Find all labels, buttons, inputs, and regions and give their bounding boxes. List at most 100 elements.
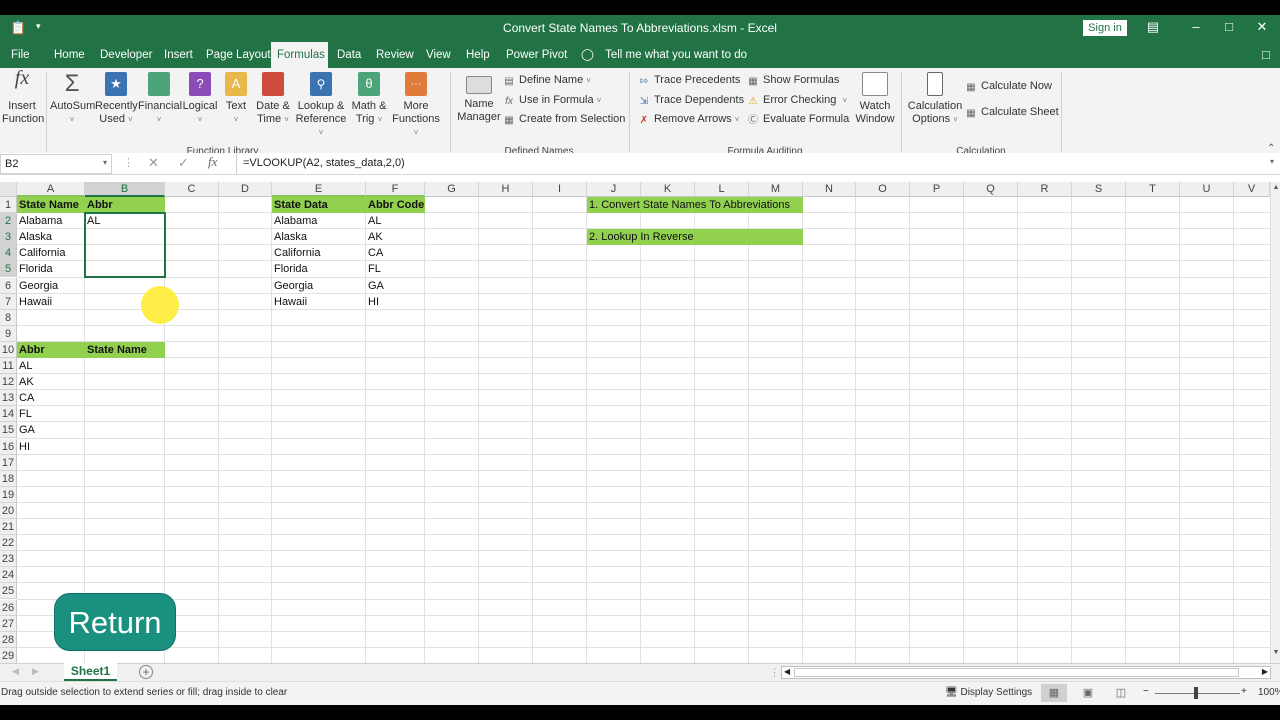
row-header-16[interactable]: 16 bbox=[0, 438, 17, 455]
tab-insert[interactable]: Insert bbox=[158, 42, 199, 68]
display-settings-button[interactable]: 🖥 Display Settings bbox=[945, 687, 1032, 698]
column-header-p[interactable]: P bbox=[910, 182, 964, 197]
cell-e2[interactable]: Alabama bbox=[272, 213, 366, 229]
column-header-f[interactable]: F bbox=[366, 182, 425, 197]
column-header-q[interactable]: Q bbox=[964, 182, 1018, 197]
cell-a3[interactable]: Alaska bbox=[17, 229, 85, 245]
calculate-sheet-button[interactable]: ▦ Calculate Sheet bbox=[965, 106, 1058, 119]
logical-button[interactable]: ? Logical ˅ bbox=[181, 72, 219, 126]
cell-a14[interactable]: FL bbox=[17, 406, 85, 422]
cell-a1[interactable]: State Name bbox=[17, 197, 85, 213]
expand-formula-bar-icon[interactable]: ▾ bbox=[1270, 157, 1274, 166]
tab-data[interactable]: Data bbox=[331, 42, 367, 68]
zoom-in-button[interactable]: + bbox=[1241, 686, 1247, 697]
column-header-h[interactable]: H bbox=[479, 182, 533, 197]
trace-dependents-button[interactable]: ⇲ Trace Dependents bbox=[638, 94, 744, 107]
row-header-12[interactable]: 12 bbox=[0, 374, 17, 391]
cell-a10[interactable]: Abbr bbox=[17, 341, 85, 358]
cell-f5[interactable]: FL bbox=[366, 261, 425, 277]
math-trig-button[interactable]: θ Math & Trig ˅ bbox=[350, 72, 388, 126]
name-box-dropdown-icon[interactable]: ▾ bbox=[103, 158, 107, 167]
row-header-22[interactable]: 22 bbox=[0, 535, 17, 552]
row-header-27[interactable]: 27 bbox=[0, 615, 17, 632]
zoom-level[interactable]: 100% bbox=[1258, 687, 1280, 698]
row-header-26[interactable]: 26 bbox=[0, 599, 17, 616]
row-header-4[interactable]: 4 bbox=[0, 245, 17, 262]
enter-check-icon[interactable]: ✓ bbox=[178, 155, 189, 171]
sheet-tab-sheet1[interactable]: Sheet1 bbox=[64, 663, 117, 681]
row-header-23[interactable]: 23 bbox=[0, 551, 17, 568]
row-header-2[interactable]: 2 bbox=[0, 213, 17, 230]
calculate-now-button[interactable]: ▦ Calculate Now bbox=[965, 80, 1052, 93]
cell-a16[interactable]: HI bbox=[17, 439, 85, 455]
create-from-selection-button[interactable]: ▦ Create from Selection bbox=[503, 113, 625, 126]
row-header-3[interactable]: 3 bbox=[0, 229, 17, 246]
select-all-corner[interactable] bbox=[0, 182, 17, 197]
cell-a2[interactable]: Alabama bbox=[17, 213, 85, 229]
column-header-a[interactable]: A bbox=[17, 182, 85, 197]
scroll-right-icon[interactable]: ▶ bbox=[1262, 667, 1268, 676]
row-header-18[interactable]: 18 bbox=[0, 470, 17, 487]
row-header-7[interactable]: 7 bbox=[0, 293, 17, 310]
row-header-19[interactable]: 19 bbox=[0, 486, 17, 503]
row-header-17[interactable]: 17 bbox=[0, 454, 17, 471]
close-button[interactable]: ✕ bbox=[1252, 19, 1272, 35]
cell-a12[interactable]: AK bbox=[17, 374, 85, 390]
cell-a11[interactable]: AL bbox=[17, 358, 85, 374]
vertical-scrollbar[interactable]: ▲ ▼ bbox=[1270, 182, 1280, 663]
insert-function-fx-icon[interactable]: fx bbox=[208, 154, 217, 170]
cell-f3[interactable]: AK bbox=[366, 229, 425, 245]
worksheet-grid[interactable]: ABCDEFGHIJKLMNOPQRSTUV 1 2 3 4 5 6 7 8 9 10 11 12 13… bbox=[0, 182, 1270, 663]
cell-e6[interactable]: Georgia bbox=[272, 278, 366, 294]
prev-sheet-icon[interactable]: ◀ bbox=[12, 666, 19, 677]
row-header-11[interactable]: 11 bbox=[0, 358, 17, 374]
cell-a4[interactable]: California bbox=[17, 245, 85, 261]
restore-button[interactable]: □ bbox=[1219, 19, 1239, 34]
cell-e4[interactable]: California bbox=[272, 245, 366, 261]
cell-b1[interactable]: Abbr bbox=[85, 197, 165, 213]
watch-window-button[interactable]: Watch Window bbox=[853, 72, 897, 126]
column-header-t[interactable]: T bbox=[1126, 182, 1180, 197]
row-header-24[interactable]: 24 bbox=[0, 567, 17, 584]
column-header-c[interactable]: C bbox=[165, 182, 219, 197]
cell-e5[interactable]: Florida bbox=[272, 261, 366, 277]
name-manager-button[interactable]: Name Manager bbox=[456, 76, 502, 124]
insert-function-button[interactable]: fx Insert Function bbox=[2, 68, 44, 126]
normal-view-icon[interactable]: ▦ bbox=[1041, 684, 1067, 702]
return-button[interactable]: Return bbox=[54, 593, 176, 651]
name-box[interactable]: B2 ▾ bbox=[0, 154, 112, 174]
column-header-d[interactable]: D bbox=[219, 182, 272, 197]
column-header-s[interactable]: S bbox=[1072, 182, 1126, 197]
trace-precedents-button[interactable]: ⇰ Trace Precedents bbox=[638, 74, 741, 87]
scroll-left-icon[interactable]: ◀ bbox=[784, 667, 790, 676]
column-header-e[interactable]: E bbox=[272, 182, 366, 197]
error-checking-button[interactable]: ⚠ Error Checking ˅ bbox=[747, 94, 848, 107]
column-header-v[interactable]: V bbox=[1234, 182, 1270, 197]
cell-j1[interactable]: 1. Convert State Names To Abbreviations bbox=[587, 197, 803, 213]
tell-me-search[interactable]: ◯ Tell me what you want to do bbox=[575, 42, 753, 68]
date-time-button[interactable]: Date & Time ˅ bbox=[253, 72, 293, 126]
tab-developer[interactable]: Developer bbox=[94, 42, 158, 68]
tab-review[interactable]: Review bbox=[370, 42, 420, 68]
row-header-21[interactable]: 21 bbox=[0, 519, 17, 535]
row-header-5[interactable]: 5 bbox=[0, 261, 17, 278]
cell-a13[interactable]: CA bbox=[17, 390, 85, 406]
row-header-10[interactable]: 10 bbox=[0, 341, 17, 358]
sign-in-button[interactable]: Sign in bbox=[1083, 20, 1127, 36]
column-header-n[interactable]: N bbox=[803, 182, 856, 197]
financial-button[interactable]: Financial ˅ bbox=[138, 72, 182, 126]
new-sheet-button[interactable]: + bbox=[139, 665, 153, 679]
recently-used-button[interactable]: ★ Recently Used ˅ bbox=[95, 72, 138, 126]
row-header-14[interactable]: 14 bbox=[0, 406, 17, 423]
text-button[interactable]: A Text ˅ bbox=[222, 72, 250, 126]
column-header-b[interactable]: B bbox=[85, 182, 165, 197]
page-layout-view-icon[interactable]: ▣ bbox=[1075, 684, 1101, 702]
row-header-15[interactable]: 15 bbox=[0, 422, 17, 439]
calculation-options-button[interactable]: Calculation Options ˅ bbox=[906, 72, 964, 126]
column-header-g[interactable]: G bbox=[425, 182, 479, 197]
selection-range-b2-b5[interactable] bbox=[84, 212, 166, 279]
comments-icon[interactable]: □ bbox=[1256, 42, 1276, 68]
cell-j3[interactable]: 2. Lookup In Reverse bbox=[587, 229, 803, 246]
column-header-j[interactable]: J bbox=[587, 182, 641, 197]
minimize-button[interactable]: – bbox=[1186, 19, 1206, 34]
